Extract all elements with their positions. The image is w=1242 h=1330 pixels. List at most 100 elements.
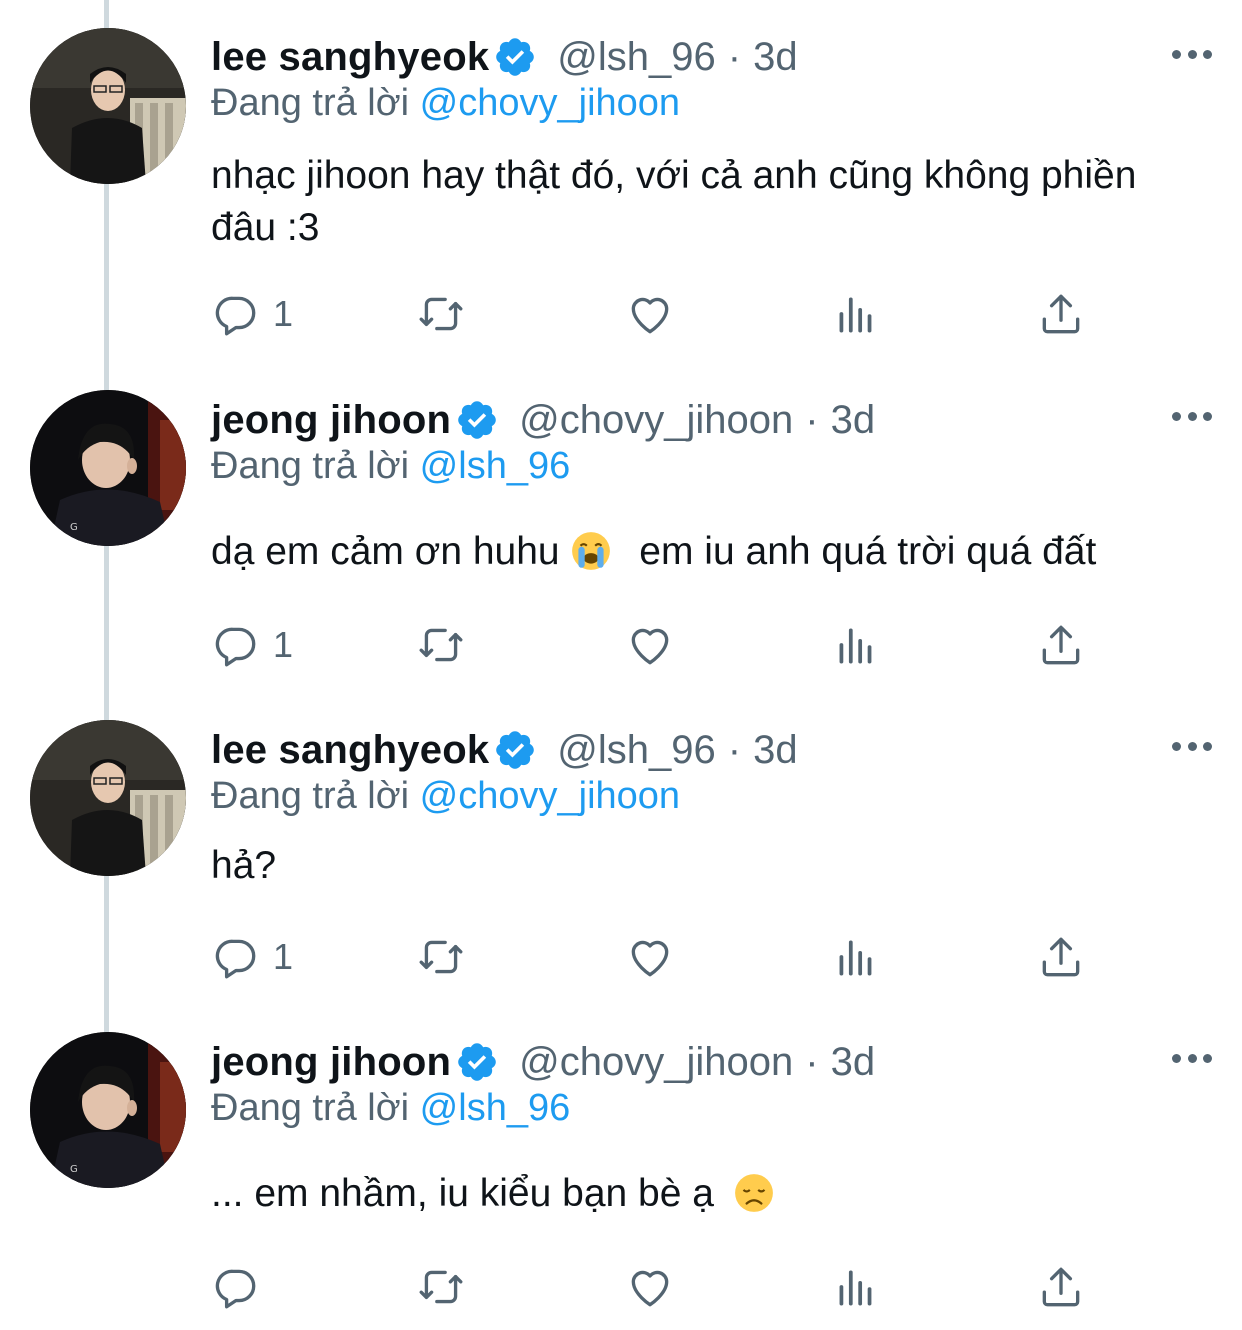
tweet-text: nhạc jihoon hay thật đó, với cả anh cũng…: [211, 154, 1137, 249]
retweet-button[interactable]: [416, 620, 466, 670]
share-button[interactable]: [1036, 1262, 1086, 1312]
retweet-icon: [419, 628, 463, 662]
replying-to: Đang trả lời @lsh_96: [211, 1087, 570, 1130]
disappointed-face-emoji: [734, 1174, 773, 1212]
mention-link[interactable]: @lsh_96: [420, 1087, 571, 1129]
reply-button[interactable]: 1: [211, 932, 293, 982]
timestamp[interactable]: 3d: [831, 1040, 876, 1085]
reply-icon: [215, 296, 256, 336]
tweet-header: jeong jihoon @chovy_jihoon · 3d: [211, 395, 875, 445]
retweet-button[interactable]: [416, 1262, 466, 1312]
tweet-text: hả?: [211, 844, 277, 887]
verified-badge-icon: [496, 38, 535, 76]
verified-badge-icon: [496, 731, 535, 769]
share-icon: [1042, 937, 1080, 977]
views-button[interactable]: [831, 289, 881, 339]
action-bar: 1: [211, 289, 1091, 339]
svg-text:G: G: [70, 1164, 78, 1175]
reply-button[interactable]: [211, 1262, 273, 1312]
views-button[interactable]: [831, 1262, 881, 1312]
avatar[interactable]: [30, 28, 186, 184]
tweet-header: jeong jihoon @chovy_jihoon · 3d: [211, 1037, 875, 1087]
more-options-icon[interactable]: [1172, 739, 1212, 753]
replying-to-label: Đang trả lời: [211, 1087, 410, 1129]
like-button[interactable]: [625, 620, 675, 670]
tweet-text: dạ em cảm ơn huhu em iu anh quá trời quá…: [211, 526, 1201, 578]
mention-link[interactable]: @lsh_96: [420, 445, 571, 487]
reply-count: 1: [273, 936, 294, 977]
avatar[interactable]: [30, 720, 186, 876]
heart-icon: [631, 940, 669, 977]
analytics-icon: [839, 1270, 872, 1306]
reply-icon: [215, 1269, 256, 1309]
tweet-header: lee sanghyeok @lsh_96 · 3d: [211, 32, 798, 82]
more-options-icon[interactable]: [1172, 409, 1212, 423]
reply-count: 1: [273, 624, 294, 665]
tweet-text-part: dạ em cảm ơn huhu: [211, 530, 560, 573]
views-button[interactable]: [831, 620, 881, 670]
thread-line: [104, 0, 109, 28]
reply-button[interactable]: 1: [211, 620, 293, 670]
tweet-header: lee sanghyeok @lsh_96 · 3d: [211, 725, 798, 775]
separator: ·: [805, 397, 819, 442]
verified-badge-icon: [458, 401, 496, 439]
more-options-icon[interactable]: [1172, 47, 1212, 61]
mention-link[interactable]: @chovy_jihoon: [420, 82, 680, 124]
analytics-icon: [839, 297, 872, 333]
timestamp[interactable]: 3d: [753, 728, 798, 773]
avatar[interactable]: G: [30, 390, 186, 546]
analytics-icon: [839, 940, 872, 976]
verified-badge-icon: [458, 1043, 496, 1081]
svg-text:G: G: [70, 522, 78, 533]
heart-icon: [631, 628, 669, 665]
like-button[interactable]: [625, 1262, 675, 1312]
display-name[interactable]: jeong jihoon: [211, 1040, 451, 1085]
heart-icon: [631, 1270, 669, 1307]
action-bar: 1: [211, 620, 1091, 670]
reply-icon: [215, 627, 256, 667]
replying-to-label: Đang trả lời: [211, 445, 410, 487]
separator: ·: [727, 727, 742, 772]
user-handle[interactable]: @chovy_jihoon: [519, 1040, 793, 1085]
display-name[interactable]: lee sanghyeok: [211, 728, 489, 773]
user-handle[interactable]: @chovy_jihoon: [519, 398, 793, 443]
tweet-text-part: em iu anh quá trời quá đất: [639, 530, 1097, 573]
replying-to-label: Đang trả lời: [211, 82, 410, 124]
thread-line: [104, 546, 109, 720]
replying-to: Đang trả lời @chovy_jihoon: [211, 775, 680, 818]
display-name[interactable]: lee sanghyeok: [211, 35, 489, 80]
retweet-icon: [419, 940, 463, 974]
like-button[interactable]: [625, 932, 675, 982]
avatar[interactable]: G: [30, 1032, 186, 1188]
loudly-crying-face-emoji: [572, 532, 611, 570]
reply-count: 1: [273, 293, 294, 334]
separator: ·: [727, 34, 742, 79]
share-icon: [1042, 294, 1080, 334]
reply-icon: [215, 939, 256, 979]
analytics-icon: [839, 628, 872, 664]
reply-button[interactable]: 1: [211, 289, 293, 339]
display-name[interactable]: jeong jihoon: [211, 398, 451, 443]
share-icon: [1042, 625, 1080, 665]
tweet-text-part: ... em nhầm, iu kiểu bạn bè ạ: [211, 1172, 714, 1215]
retweet-button[interactable]: [416, 289, 466, 339]
views-button[interactable]: [831, 932, 881, 982]
replying-to: Đang trả lời @chovy_jihoon: [211, 82, 680, 125]
replying-to: Đang trả lời @lsh_96: [211, 445, 570, 488]
retweet-icon: [419, 1270, 463, 1304]
share-button[interactable]: [1036, 289, 1086, 339]
action-bar: 1: [211, 932, 1091, 982]
share-icon: [1042, 1267, 1080, 1307]
more-options-icon[interactable]: [1172, 1051, 1212, 1065]
user-handle[interactable]: @lsh_96: [557, 35, 715, 80]
action-bar: [211, 1262, 1091, 1312]
timestamp[interactable]: 3d: [831, 398, 876, 443]
share-button[interactable]: [1036, 932, 1086, 982]
mention-link[interactable]: @chovy_jihoon: [420, 775, 680, 817]
user-handle[interactable]: @lsh_96: [557, 728, 715, 773]
share-button[interactable]: [1036, 620, 1086, 670]
like-button[interactable]: [625, 289, 675, 339]
retweet-button[interactable]: [416, 932, 466, 982]
retweet-icon: [419, 297, 463, 331]
timestamp[interactable]: 3d: [753, 35, 798, 80]
